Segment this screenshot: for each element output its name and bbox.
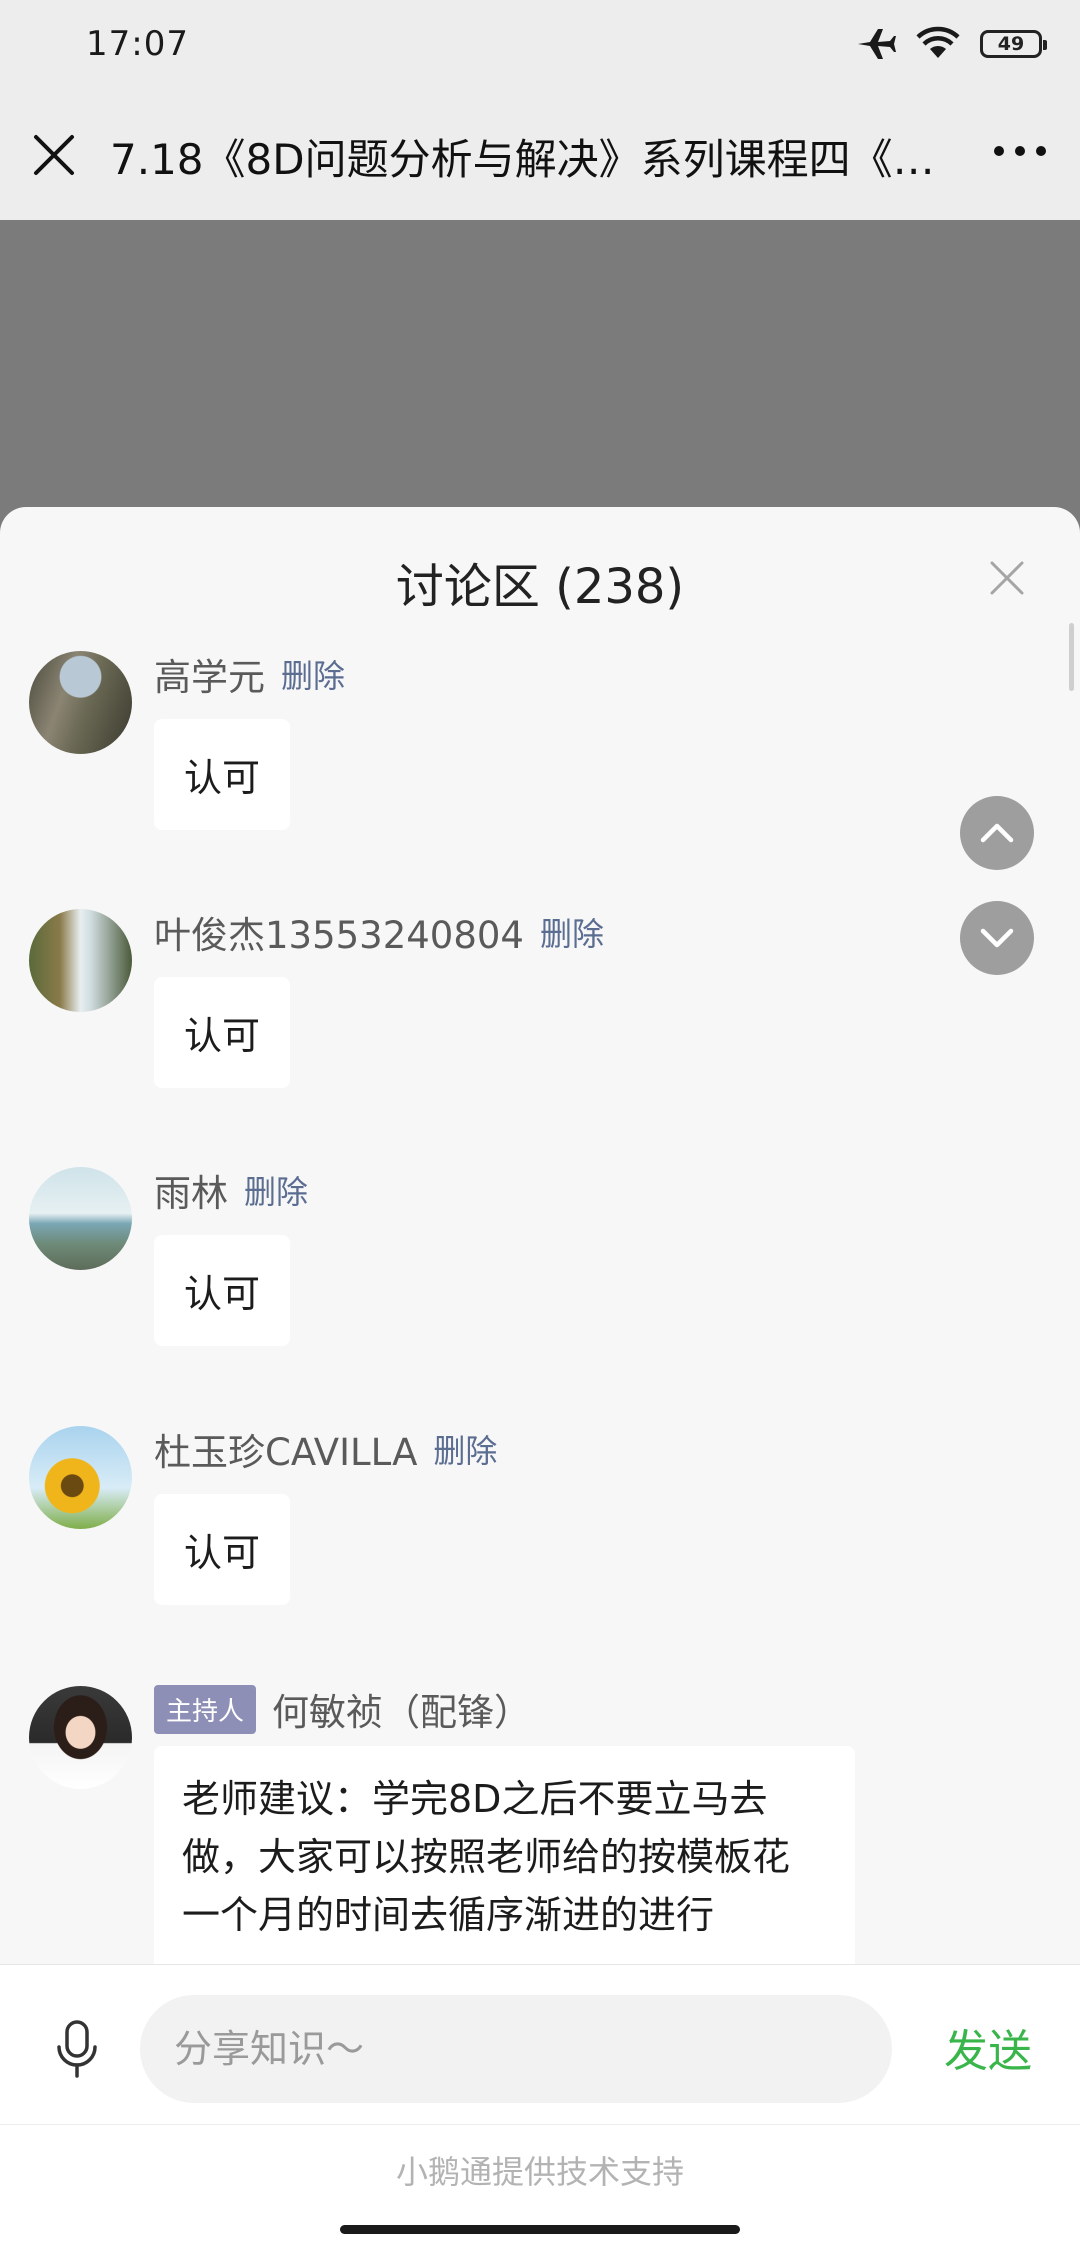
user-name: 杜玉珍CAVILLA bbox=[154, 1431, 418, 1474]
message-bubble: 认可 bbox=[154, 1235, 291, 1346]
footer: 小鹅通提供技术支持 bbox=[0, 2124, 1080, 2249]
message-header: 高学元 删除 bbox=[154, 647, 345, 701]
home-indicator[interactable] bbox=[340, 2225, 740, 2234]
message-header: 雨林 删除 bbox=[154, 1163, 308, 1217]
battery-indicator: 49 bbox=[980, 30, 1047, 58]
avatar[interactable] bbox=[29, 1426, 132, 1529]
close-icon[interactable] bbox=[988, 559, 1026, 597]
wifi-icon bbox=[916, 26, 960, 58]
input-bar: 发送 bbox=[0, 1964, 1080, 2125]
scrollbar[interactable] bbox=[1069, 623, 1074, 691]
chevron-up-icon bbox=[980, 823, 1014, 843]
user-name: 雨林 bbox=[154, 1172, 228, 1215]
avatar[interactable] bbox=[29, 1167, 132, 1270]
chevron-down-icon bbox=[980, 928, 1014, 948]
page-title: 7.18《8D问题分析与解决》系列课程四《… bbox=[110, 135, 935, 184]
message-bubble: 老师建议：学完8D之后不要立马去做，大家可以按照老师给的按模板花一个月的时间去循… bbox=[154, 1746, 855, 1974]
message-header: 杜玉珍CAVILLA 删除 bbox=[154, 1422, 497, 1476]
user-name: 叶俊杰13553240804 bbox=[154, 914, 524, 957]
status-icons: 49 bbox=[856, 26, 1047, 62]
message-bubble: 认可 bbox=[154, 1494, 291, 1605]
message-header: 叶俊杰13553240804 删除 bbox=[154, 905, 604, 959]
more-icon[interactable] bbox=[994, 146, 1046, 156]
title-bar: 7.18《8D问题分析与解决》系列课程四《… bbox=[0, 96, 1080, 220]
close-icon[interactable] bbox=[30, 131, 78, 179]
discussion-title: 讨论区 (238) bbox=[395, 559, 685, 615]
message-bubble: 认可 bbox=[154, 719, 291, 830]
avatar[interactable] bbox=[29, 1686, 132, 1789]
microphone-icon[interactable] bbox=[54, 2019, 100, 2079]
avatar[interactable] bbox=[29, 909, 132, 1012]
host-badge: 主持人 bbox=[154, 1684, 257, 1734]
delete-link[interactable]: 删除 bbox=[244, 1167, 308, 1213]
delete-link[interactable]: 删除 bbox=[281, 651, 345, 697]
message-bubble: 认可 bbox=[154, 977, 291, 1088]
send-button[interactable]: 发送 bbox=[944, 2015, 1032, 2079]
status-time: 17:07 bbox=[86, 24, 189, 64]
airplane-icon bbox=[858, 29, 896, 59]
user-name: 何敏祯（配锋） bbox=[272, 1691, 532, 1734]
powered-by-text: 小鹅通提供技术支持 bbox=[395, 2153, 684, 2191]
scroll-down-button[interactable] bbox=[960, 901, 1034, 975]
user-name: 高学元 bbox=[154, 656, 265, 699]
delete-link[interactable]: 删除 bbox=[433, 1426, 497, 1472]
scroll-up-button[interactable] bbox=[960, 796, 1034, 870]
delete-link[interactable]: 删除 bbox=[540, 909, 604, 955]
message-header: 主持人 何敏祯（配锋） bbox=[154, 1682, 531, 1736]
status-bar: 17:07 49 bbox=[0, 0, 1080, 96]
comment-input[interactable] bbox=[140, 1995, 892, 2103]
avatar[interactable] bbox=[29, 651, 132, 754]
